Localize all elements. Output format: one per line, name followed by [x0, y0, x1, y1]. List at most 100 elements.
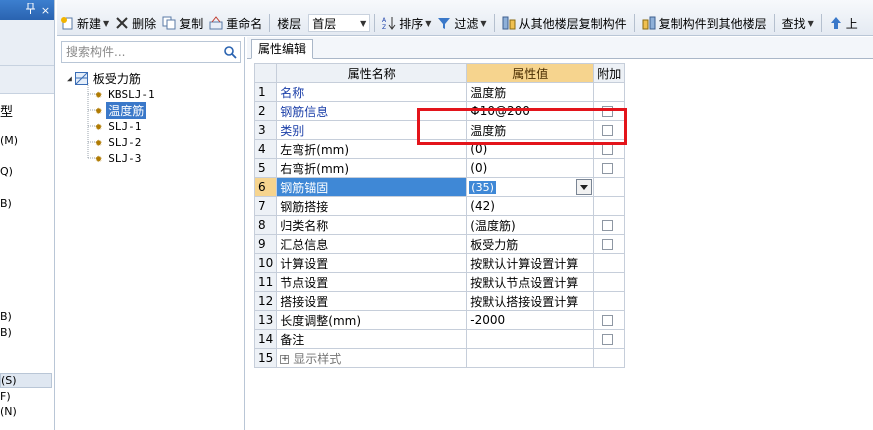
- property-value[interactable]: 温度筋: [466, 82, 595, 102]
- row-number: 9: [253, 234, 278, 254]
- pin-icon[interactable]: [25, 2, 36, 17]
- table-row[interactable]: 1 名称 温度筋: [253, 82, 626, 102]
- property-value[interactable]: 按默认搭接设置计算: [466, 291, 595, 311]
- property-value[interactable]: (42): [466, 196, 595, 216]
- left-panel-text: 型: [0, 105, 14, 120]
- new-label: 新建: [77, 16, 102, 31]
- row-number: 15: [253, 348, 278, 368]
- table-row[interactable]: 13 长度调整(mm) -2000: [253, 310, 626, 330]
- extra-checkbox[interactable]: [602, 315, 614, 326]
- property-group[interactable]: + 显示样式: [276, 348, 468, 368]
- copy-label: 复制: [179, 16, 204, 31]
- property-name: 左弯折(mm): [276, 139, 468, 159]
- dropdown-button[interactable]: [576, 179, 593, 195]
- property-value[interactable]: (0): [466, 158, 595, 178]
- property-name: 备注: [276, 329, 468, 349]
- table-row[interactable]: 14 备注: [253, 329, 626, 349]
- copy-from-other-floor-label: 从其他楼层复制构件: [518, 16, 627, 31]
- floor-value: 首层: [312, 16, 337, 31]
- tree-item-label: SLJ-1: [108, 119, 142, 133]
- property-name: 钢筋搭接: [276, 196, 468, 216]
- row-number: 6: [253, 177, 278, 197]
- left-panel-text[interactable]: (S): [0, 373, 52, 388]
- row-number: 3: [253, 120, 278, 140]
- property-value[interactable]: 按默认计算设置计算: [466, 253, 595, 273]
- table-row[interactable]: 4 左弯折(mm) (0): [253, 139, 626, 159]
- tree-item-label: SLJ-3: [108, 151, 142, 165]
- expand-icon[interactable]: +: [280, 354, 290, 364]
- delete-icon: [115, 16, 129, 30]
- table-row[interactable]: 15 + 显示样式: [253, 348, 626, 368]
- search-input[interactable]: [62, 42, 217, 62]
- chevron-down-icon: [580, 184, 589, 190]
- floor-label: 楼层: [277, 16, 302, 31]
- move-up-button[interactable]: 上: [826, 12, 861, 34]
- property-value[interactable]: 温度筋: [466, 120, 595, 140]
- column-header-value: 属性值: [466, 63, 595, 83]
- new-button[interactable]: 新建 ▼: [57, 12, 112, 34]
- property-value[interactable]: (35): [469, 180, 496, 194]
- table-row[interactable]: 11 节点设置 按默认节点设置计算: [253, 272, 626, 292]
- tree-item[interactable]: ✹ SLJ-3: [95, 150, 143, 166]
- property-value-editor[interactable]: (35): [466, 177, 595, 197]
- copy-to-other-floor-button[interactable]: 复制构件到其他楼层: [639, 12, 770, 34]
- extra-checkbox[interactable]: [602, 144, 614, 155]
- table-row[interactable]: 2 钢筋信息 Φ10@200: [253, 101, 626, 121]
- property-value[interactable]: -2000: [466, 310, 595, 330]
- extra-checkbox[interactable]: [602, 239, 614, 250]
- tab-property-edit[interactable]: 属性编辑: [251, 39, 314, 59]
- tree-item-label: KBSLJ-1: [108, 87, 155, 101]
- column-header-extra: 附加: [593, 63, 626, 83]
- tree-item-selected[interactable]: ✹ 温度筋: [95, 101, 147, 119]
- floor-select[interactable]: 首层 ▼: [308, 14, 371, 32]
- property-name: 钢筋信息: [276, 101, 468, 121]
- property-value[interactable]: 板受力筋: [466, 234, 595, 254]
- filter-button[interactable]: 过滤 ▼: [434, 12, 489, 34]
- row-number: 4: [253, 139, 278, 159]
- tree-item[interactable]: ✹ SLJ-2: [95, 134, 143, 150]
- collapse-icon[interactable]: ◢: [67, 74, 72, 83]
- table-row[interactable]: 3 类别 温度筋: [253, 120, 626, 140]
- search-icon[interactable]: [223, 45, 237, 59]
- table-row[interactable]: 10 计算设置 按默认计算设置计算: [253, 253, 626, 273]
- extra-checkbox[interactable]: [602, 334, 614, 345]
- left-panel-text: B): [0, 310, 12, 323]
- extra-checkbox[interactable]: [602, 163, 614, 174]
- property-table: 属性名称 属性值 附加 1 名称 温度筋 2 钢筋信息 Φ10@200 3 类别…: [253, 63, 626, 368]
- extra-cell: [593, 291, 626, 311]
- table-row[interactable]: 5 右弯折(mm) (0): [253, 158, 626, 178]
- sort-button[interactable]: AZ 排序 ▼: [379, 12, 434, 34]
- property-value[interactable]: (0): [466, 139, 595, 159]
- property-value[interactable]: [466, 329, 595, 349]
- close-icon[interactable]: ×: [40, 4, 51, 17]
- gear-icon: ✹: [95, 103, 103, 117]
- table-row[interactable]: 8 归类名称 (温度筋): [253, 215, 626, 235]
- delete-button[interactable]: 删除: [112, 12, 159, 34]
- left-panel-strip: [0, 20, 54, 66]
- property-name: 类别: [276, 120, 468, 140]
- gear-icon: ✹: [95, 87, 103, 101]
- copy-button[interactable]: 复制: [159, 12, 206, 34]
- rename-button[interactable]: 重命名: [206, 12, 265, 34]
- tree-item[interactable]: ✹ KBSLJ-1: [95, 86, 157, 102]
- toolbar-separator: [374, 14, 376, 32]
- extra-checkbox[interactable]: [602, 220, 614, 231]
- table-row[interactable]: 12 搭接设置 按默认搭接设置计算: [253, 291, 626, 311]
- table-row-selected[interactable]: 6 钢筋锚固 (35): [253, 177, 626, 197]
- property-value[interactable]: 按默认节点设置计算: [466, 272, 595, 292]
- table-row[interactable]: 9 汇总信息 板受力筋: [253, 234, 626, 254]
- copy-from-other-floor-button[interactable]: 从其他楼层复制构件: [499, 12, 630, 34]
- filter-label: 过滤: [454, 16, 479, 31]
- find-button[interactable]: 查找 ▼: [779, 12, 817, 34]
- extra-checkbox[interactable]: [602, 125, 614, 136]
- property-value[interactable]: (温度筋): [466, 215, 595, 235]
- extra-cell: [593, 272, 626, 292]
- tree-root[interactable]: ◢ 板受力筋: [67, 70, 143, 86]
- property-value[interactable]: Φ10@200: [466, 101, 595, 121]
- toolbar-separator: [773, 14, 775, 32]
- left-panel: × 型 (M) Q) B) B) B) (S) F) (N): [0, 0, 55, 430]
- new-icon: [60, 16, 74, 30]
- extra-checkbox[interactable]: [602, 106, 614, 117]
- table-row[interactable]: 7 钢筋搭接 (42): [253, 196, 626, 216]
- tree-item[interactable]: ✹ SLJ-1: [95, 118, 143, 134]
